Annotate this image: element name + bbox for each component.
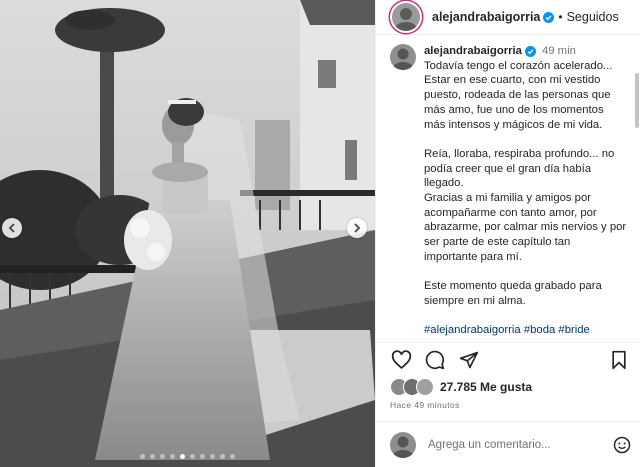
follow-status-button[interactable]: Seguidos: [567, 10, 619, 24]
caption-line: Reía, lloraba, respiraba profundo... no: [424, 147, 615, 160]
caption-line: Estar en ese cuarto, con mi vestido: [424, 74, 601, 87]
header-separator: •: [558, 10, 563, 24]
post-actions: [390, 349, 630, 375]
caption-body: alejandrabaigorria 49 min Todavía tengo e…: [424, 44, 631, 338]
caption-section: alejandrabaigorria 49 min Todavía tengo e…: [376, 35, 640, 343]
next-photo-button[interactable]: [347, 218, 367, 238]
caption-text: Todavía tengo el corazón acelerado... Est…: [424, 59, 631, 324]
caption-timestamp: 49 min: [541, 45, 576, 57]
carousel-dot[interactable]: [140, 454, 145, 459]
verified-badge-icon: [524, 45, 536, 57]
carousel-dot[interactable]: [200, 454, 205, 459]
comment-bar: [376, 421, 640, 467]
wedding-photo-image: [0, 0, 375, 467]
caption-line: puesto, rodeada de las personas que: [424, 89, 611, 102]
author-avatar[interactable]: [390, 1, 422, 33]
carousel-dot[interactable]: [180, 454, 185, 459]
carousel-dot[interactable]: [220, 454, 225, 459]
carousel-dots: [0, 454, 375, 459]
bookmark-icon: [610, 350, 628, 375]
caption-line: Este momento queda grabado para: [424, 280, 602, 293]
caption-line: más intensos y mágicos de mi vida.: [424, 118, 603, 131]
caption-line: podía creer que el gran día había: [424, 162, 592, 175]
verified-badge-icon: [543, 11, 555, 23]
caption-line: abrazarme, por calmar mis nervios y por: [424, 221, 627, 234]
carousel-dot[interactable]: [170, 454, 175, 459]
liker-avatar: [416, 378, 434, 396]
caption-line: más amo, fue uno de los momentos: [424, 103, 604, 116]
post-photo[interactable]: [0, 0, 375, 467]
comment-input[interactable]: [426, 437, 600, 452]
post-timestamp: Hace 49 minutos: [390, 400, 460, 410]
carousel-dot[interactable]: [150, 454, 155, 459]
caption-hashtags[interactable]: #alejandrabaigorria #boda #bride: [424, 323, 631, 338]
caption-line: Todavía tengo el corazón acelerado...: [424, 59, 613, 72]
caption-line: Gracias a mi familia y amigos por: [424, 192, 591, 205]
caption-line: [424, 309, 631, 324]
caption-line: siempre en mi alma.: [424, 294, 526, 307]
like-button[interactable]: [390, 349, 412, 375]
post-detail-panel: alejandrabaigorria • Seguidos alejandrab…: [375, 0, 640, 467]
post-header: alejandrabaigorria • Seguidos: [376, 0, 640, 35]
caption-line: [424, 265, 631, 280]
caption-line: ser parte de este capítulo tan: [424, 236, 571, 249]
caption-line: importante para mí.: [424, 250, 522, 263]
caption-author-avatar[interactable]: [390, 44, 416, 70]
chevron-right-icon: [353, 223, 361, 233]
caption-line: [424, 132, 631, 147]
carousel-dot[interactable]: [210, 454, 215, 459]
caption-scrollbar[interactable]: [635, 73, 639, 128]
chevron-left-icon: [8, 223, 16, 233]
viewer-avatar: [390, 431, 416, 458]
previous-photo-button[interactable]: [2, 218, 22, 238]
author-username[interactable]: alejandrabaigorria: [432, 10, 540, 24]
emoji-icon[interactable]: [613, 436, 631, 454]
save-button[interactable]: [608, 350, 630, 375]
like-count[interactable]: 27.785 Me gusta: [440, 380, 532, 394]
likes-summary[interactable]: 27.785 Me gusta: [390, 378, 532, 396]
caption-line: acompañarme con tanto amor, por: [424, 206, 597, 219]
comment-button[interactable]: [424, 350, 446, 375]
share-button[interactable]: [458, 351, 480, 373]
carousel-dot[interactable]: [160, 454, 165, 459]
caption-line: llegado.: [424, 177, 464, 190]
carousel-dot[interactable]: [230, 454, 235, 459]
heart-icon: [391, 349, 412, 375]
share-icon: [459, 350, 479, 375]
caption-username[interactable]: alejandrabaigorria: [424, 45, 522, 57]
comment-icon: [425, 350, 445, 375]
carousel-dot[interactable]: [190, 454, 195, 459]
